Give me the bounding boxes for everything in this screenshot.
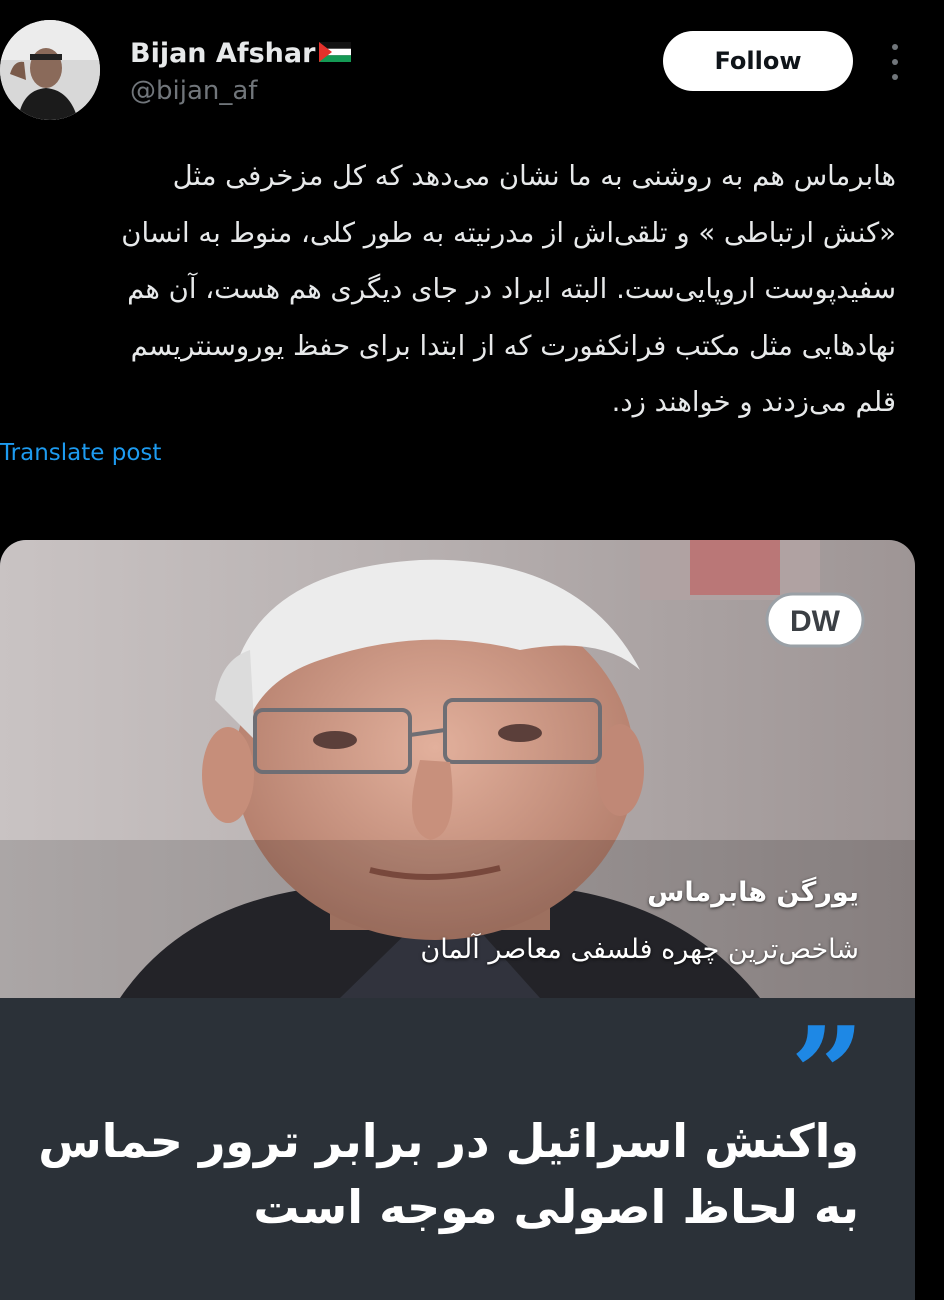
author-handle[interactable]: @bijan_af (130, 76, 257, 106)
author-display-name: Bijan Afshar (130, 38, 316, 69)
more-options-icon[interactable] (883, 44, 907, 80)
post-line: هابرماس هم به روشنی به ما نشان می‌دهد که… (172, 160, 896, 192)
photo-caption-name: یورگن هابرماس (647, 877, 859, 908)
avatar[interactable] (0, 20, 100, 120)
post-line: سفیدپوست اروپایی‌ست. البته ایراد در جای … (127, 273, 896, 305)
headline-line: به لحاظ اصولی موجه است (253, 1180, 859, 1234)
card-headline: واکنش اسرائیل در برابر ترور حماس به لحاظ… (38, 1108, 859, 1240)
dw-logo-text: DW (790, 605, 841, 638)
headline-line: واکنش اسرائیل در برابر ترور حماس (38, 1114, 859, 1168)
photo-caption-role: شاخص‌ترین چهره فلسفی معاصر آلمان (420, 934, 859, 965)
translate-post-link[interactable]: Translate post (0, 440, 161, 466)
post-line: «کنش ارتباطی » و تلقی‌اش از مدرنیته به ط… (121, 216, 896, 249)
avatar-photo (0, 20, 100, 120)
author-name[interactable]: Bijan Afshar (130, 38, 352, 69)
media-card[interactable]: DW یورگن هابرماس شاخص‌ترین چهره فلسفی مع… (0, 540, 915, 1300)
dw-logo: DW (765, 592, 865, 652)
palestine-flag-icon (319, 38, 352, 69)
post-line: نهادهایی مثل مکتب فرانکفورت که از ابتدا … (130, 329, 896, 362)
post-line: قلم می‌زدند و خواهند زد. (611, 386, 896, 418)
follow-button[interactable]: Follow (663, 31, 853, 91)
post-text: هابرماس هم به روشنی به ما نشان می‌دهد که… (20, 148, 896, 431)
